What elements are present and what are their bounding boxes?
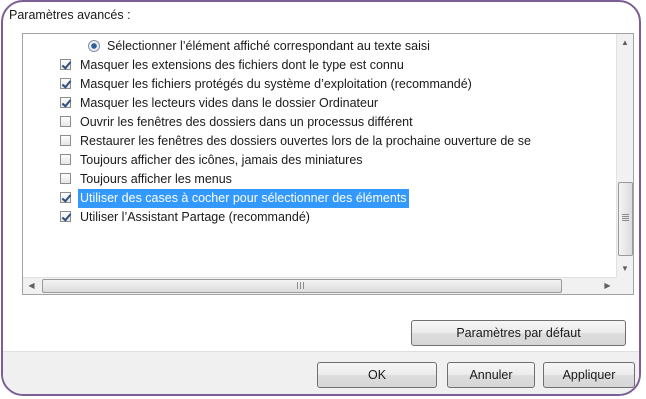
- checkbox-option-row[interactable]: Ouvrir les fenêtres des dossiers dans un…: [23, 113, 616, 132]
- scroll-down-arrow-icon[interactable]: ▼: [617, 260, 633, 277]
- radio-option-row[interactable]: Sélectionner l’élément affiché correspon…: [23, 37, 616, 56]
- checkbox[interactable]: [60, 59, 71, 70]
- checkbox-option-row[interactable]: Utiliser l’Assistant Partage (recommandé…: [23, 208, 616, 227]
- advanced-settings-panel: Paramètres avancés : Sélectionner l’élém…: [1, 0, 641, 396]
- vertical-scroll-thumb[interactable]: [618, 182, 633, 256]
- horizontal-grip-icon: [297, 282, 305, 289]
- checkbox-option-row[interactable]: Masquer les fichiers protégés du système…: [23, 75, 616, 94]
- vertical-scrollbar[interactable]: ▲ ▼: [616, 34, 633, 277]
- vertical-grip-icon: [622, 214, 629, 221]
- horizontal-scrollbar[interactable]: ◀ ▶: [23, 277, 616, 294]
- checkbox[interactable]: [60, 78, 71, 89]
- option-label: Sélectionner l’élément affiché correspon…: [107, 39, 430, 53]
- scroll-corner: [616, 277, 633, 294]
- checkbox-option-row[interactable]: Toujours afficher les menus: [23, 170, 616, 189]
- checkbox[interactable]: [60, 97, 71, 108]
- advanced-settings-list[interactable]: Sélectionner l’élément affiché correspon…: [22, 33, 634, 295]
- section-label: Paramètres avancés :: [9, 8, 131, 22]
- list-rows: Sélectionner l’élément affiché correspon…: [23, 34, 616, 277]
- checkbox[interactable]: [60, 154, 71, 165]
- checkbox[interactable]: [60, 192, 71, 203]
- option-label: Toujours afficher des icônes, jamais des…: [80, 153, 363, 167]
- checkbox[interactable]: [60, 173, 71, 184]
- ok-button[interactable]: OK: [317, 362, 437, 388]
- apply-button[interactable]: Appliquer: [543, 362, 635, 388]
- option-label: Utiliser des cases à cocher pour sélecti…: [78, 189, 409, 208]
- scroll-left-arrow-icon[interactable]: ◀: [23, 278, 40, 294]
- option-label: Masquer les lecteurs vides dans le dossi…: [80, 96, 379, 110]
- checkbox-option-row[interactable]: Masquer les lecteurs vides dans le dossi…: [23, 94, 616, 113]
- checkbox-option-row[interactable]: Toujours afficher des icônes, jamais des…: [23, 151, 616, 170]
- checkbox-option-row[interactable]: Masquer les extensions des fichiers dont…: [23, 56, 616, 75]
- scroll-up-arrow-icon[interactable]: ▲: [617, 34, 633, 51]
- option-label: Toujours afficher les menus: [80, 172, 232, 186]
- option-label: Utiliser l’Assistant Partage (recommandé…: [80, 210, 310, 224]
- radio-button[interactable]: [88, 40, 100, 52]
- option-label: Restaurer les fenêtres des dossiers ouve…: [80, 134, 531, 148]
- scroll-right-arrow-icon[interactable]: ▶: [599, 278, 616, 294]
- checkbox[interactable]: [60, 211, 71, 222]
- checkbox-option-row[interactable]: Restaurer les fenêtres des dossiers ouve…: [23, 132, 616, 151]
- checkbox[interactable]: [60, 135, 71, 146]
- option-label: Masquer les fichiers protégés du système…: [80, 77, 472, 91]
- checkbox-option-row[interactable]: Utiliser des cases à cocher pour sélecti…: [23, 189, 616, 208]
- horizontal-scroll-thumb[interactable]: [42, 279, 562, 293]
- dialog-button-bar: OK Annuler Appliquer: [3, 351, 639, 394]
- checkbox[interactable]: [60, 116, 71, 127]
- option-label: Masquer les extensions des fichiers dont…: [80, 58, 404, 72]
- cancel-button[interactable]: Annuler: [447, 362, 535, 388]
- restore-defaults-button[interactable]: Paramètres par défaut: [411, 320, 626, 346]
- option-label: Ouvrir les fenêtres des dossiers dans un…: [80, 115, 413, 129]
